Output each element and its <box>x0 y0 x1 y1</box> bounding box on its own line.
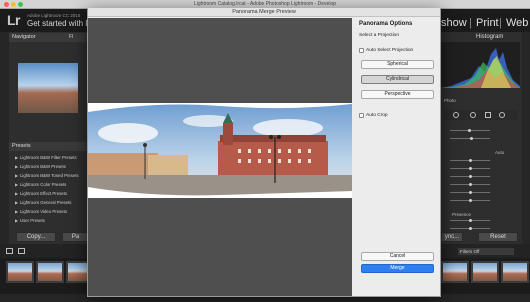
preset-folder[interactable]: Lightroom B&W Toned Presets <box>20 173 88 178</box>
module-separator: | <box>469 17 472 29</box>
perspective-projection-button[interactable]: Perspective <box>361 90 434 99</box>
disclosure-triangle-icon[interactable]: ▶ <box>15 173 18 178</box>
histogram-graphic <box>441 48 520 88</box>
navigator-preview-image[interactable] <box>18 63 78 113</box>
auto-tone-button[interactable]: Auto <box>495 150 504 155</box>
slider-knob[interactable] <box>469 227 472 230</box>
film-thumbnail-image <box>503 263 527 281</box>
navigator-panel-header[interactable]: Navigator <box>9 33 89 42</box>
disclosure-triangle-icon[interactable]: ▶ <box>15 182 18 187</box>
slider-knob[interactable] <box>469 183 472 186</box>
histogram-chart[interactable] <box>441 42 520 88</box>
options-heading: Panorama Options <box>359 21 413 27</box>
presets-label: Presets <box>12 143 31 149</box>
film-thumbnail-image <box>38 263 62 281</box>
slider-knob[interactable] <box>469 191 472 194</box>
film-thumbnail-image <box>443 263 467 281</box>
module-print[interactable]: Print <box>476 17 499 29</box>
disclosure-triangle-icon[interactable]: ▶ <box>15 191 18 196</box>
auto-crop-label: Auto Crop <box>366 113 388 118</box>
preset-folder[interactable]: Lightroom Video Presets <box>20 209 88 214</box>
spot-removal-icon[interactable] <box>453 112 459 118</box>
cancel-button[interactable]: Cancel <box>361 252 434 261</box>
film-thumbnail-image <box>8 263 32 281</box>
auto-select-projection-checkbox[interactable] <box>359 48 364 53</box>
merge-button[interactable]: Merge <box>361 264 434 273</box>
brand-line: Adobe Lightroom CC 2015 <box>27 13 81 18</box>
preset-folder[interactable]: Lightroom Effect Presets <box>20 191 88 196</box>
slider-knob[interactable] <box>468 129 471 132</box>
module-web[interactable]: Web <box>506 17 528 29</box>
panorama-preview-image <box>88 103 352 198</box>
projection-heading: Select a Projection <box>359 33 399 38</box>
auto-crop-checkbox[interactable] <box>359 113 364 118</box>
photo-label: Photo <box>444 98 456 103</box>
slider-knob[interactable] <box>469 167 472 170</box>
slider-knob[interactable] <box>469 159 472 162</box>
red-eye-icon[interactable] <box>470 112 476 118</box>
histogram-label[interactable]: Histogram <box>476 34 503 40</box>
reset-button[interactable]: Reset <box>478 232 518 242</box>
slider-knob[interactable] <box>469 199 472 202</box>
preset-folder[interactable]: Lightroom Color Presets <box>20 182 88 187</box>
radial-filter-icon[interactable] <box>499 112 505 118</box>
sync-button[interactable]: ync... <box>441 232 463 242</box>
disclosure-triangle-icon[interactable]: ▶ <box>15 209 18 214</box>
second-window-icon[interactable] <box>6 248 13 254</box>
disclosure-triangle-icon[interactable]: ▶ <box>15 155 18 160</box>
auto-select-projection-label: Auto Select Projection <box>366 48 414 53</box>
disclosure-triangle-icon[interactable]: ▶ <box>15 218 18 223</box>
paste-settings-button[interactable]: Pa <box>62 232 89 242</box>
fit-zoom-label[interactable]: FI <box>69 34 73 40</box>
navigator-label: Navigator <box>12 34 36 40</box>
preset-folder[interactable]: User Presets <box>20 218 88 223</box>
disclosure-triangle-icon[interactable]: ▶ <box>15 164 18 169</box>
module-separator: | <box>499 17 502 29</box>
presets-panel-header[interactable]: Presets <box>9 142 89 151</box>
spherical-projection-button[interactable]: Spherical <box>361 60 434 69</box>
dialog-title: Panorama Merge Preview <box>88 8 440 17</box>
copy-settings-button[interactable]: Copy... <box>16 232 56 242</box>
cylindrical-projection-button[interactable]: Cylindrical <box>361 75 434 84</box>
film-thumbnail-image <box>473 263 497 281</box>
presence-label: Presence <box>452 212 472 217</box>
slider-knob[interactable] <box>470 137 473 140</box>
get-started-link[interactable]: Get started with Lig <box>27 19 96 28</box>
grid-view-icon[interactable] <box>18 248 25 254</box>
preset-folder[interactable]: Lightroom B&W Presets <box>20 164 88 169</box>
slider-knob[interactable] <box>469 175 472 178</box>
preset-folder[interactable]: Lightroom General Presets <box>20 200 88 205</box>
filter-select[interactable]: Filters Off <box>458 248 514 255</box>
module-slideshow[interactable]: show <box>441 17 467 29</box>
slider-knob[interactable] <box>469 219 472 222</box>
disclosure-triangle-icon[interactable]: ▶ <box>15 200 18 205</box>
lightroom-logo: Lr <box>7 12 21 28</box>
preset-folder[interactable]: Lightroom B&W Filter Presets <box>20 155 88 160</box>
graduated-filter-icon[interactable] <box>485 112 491 118</box>
